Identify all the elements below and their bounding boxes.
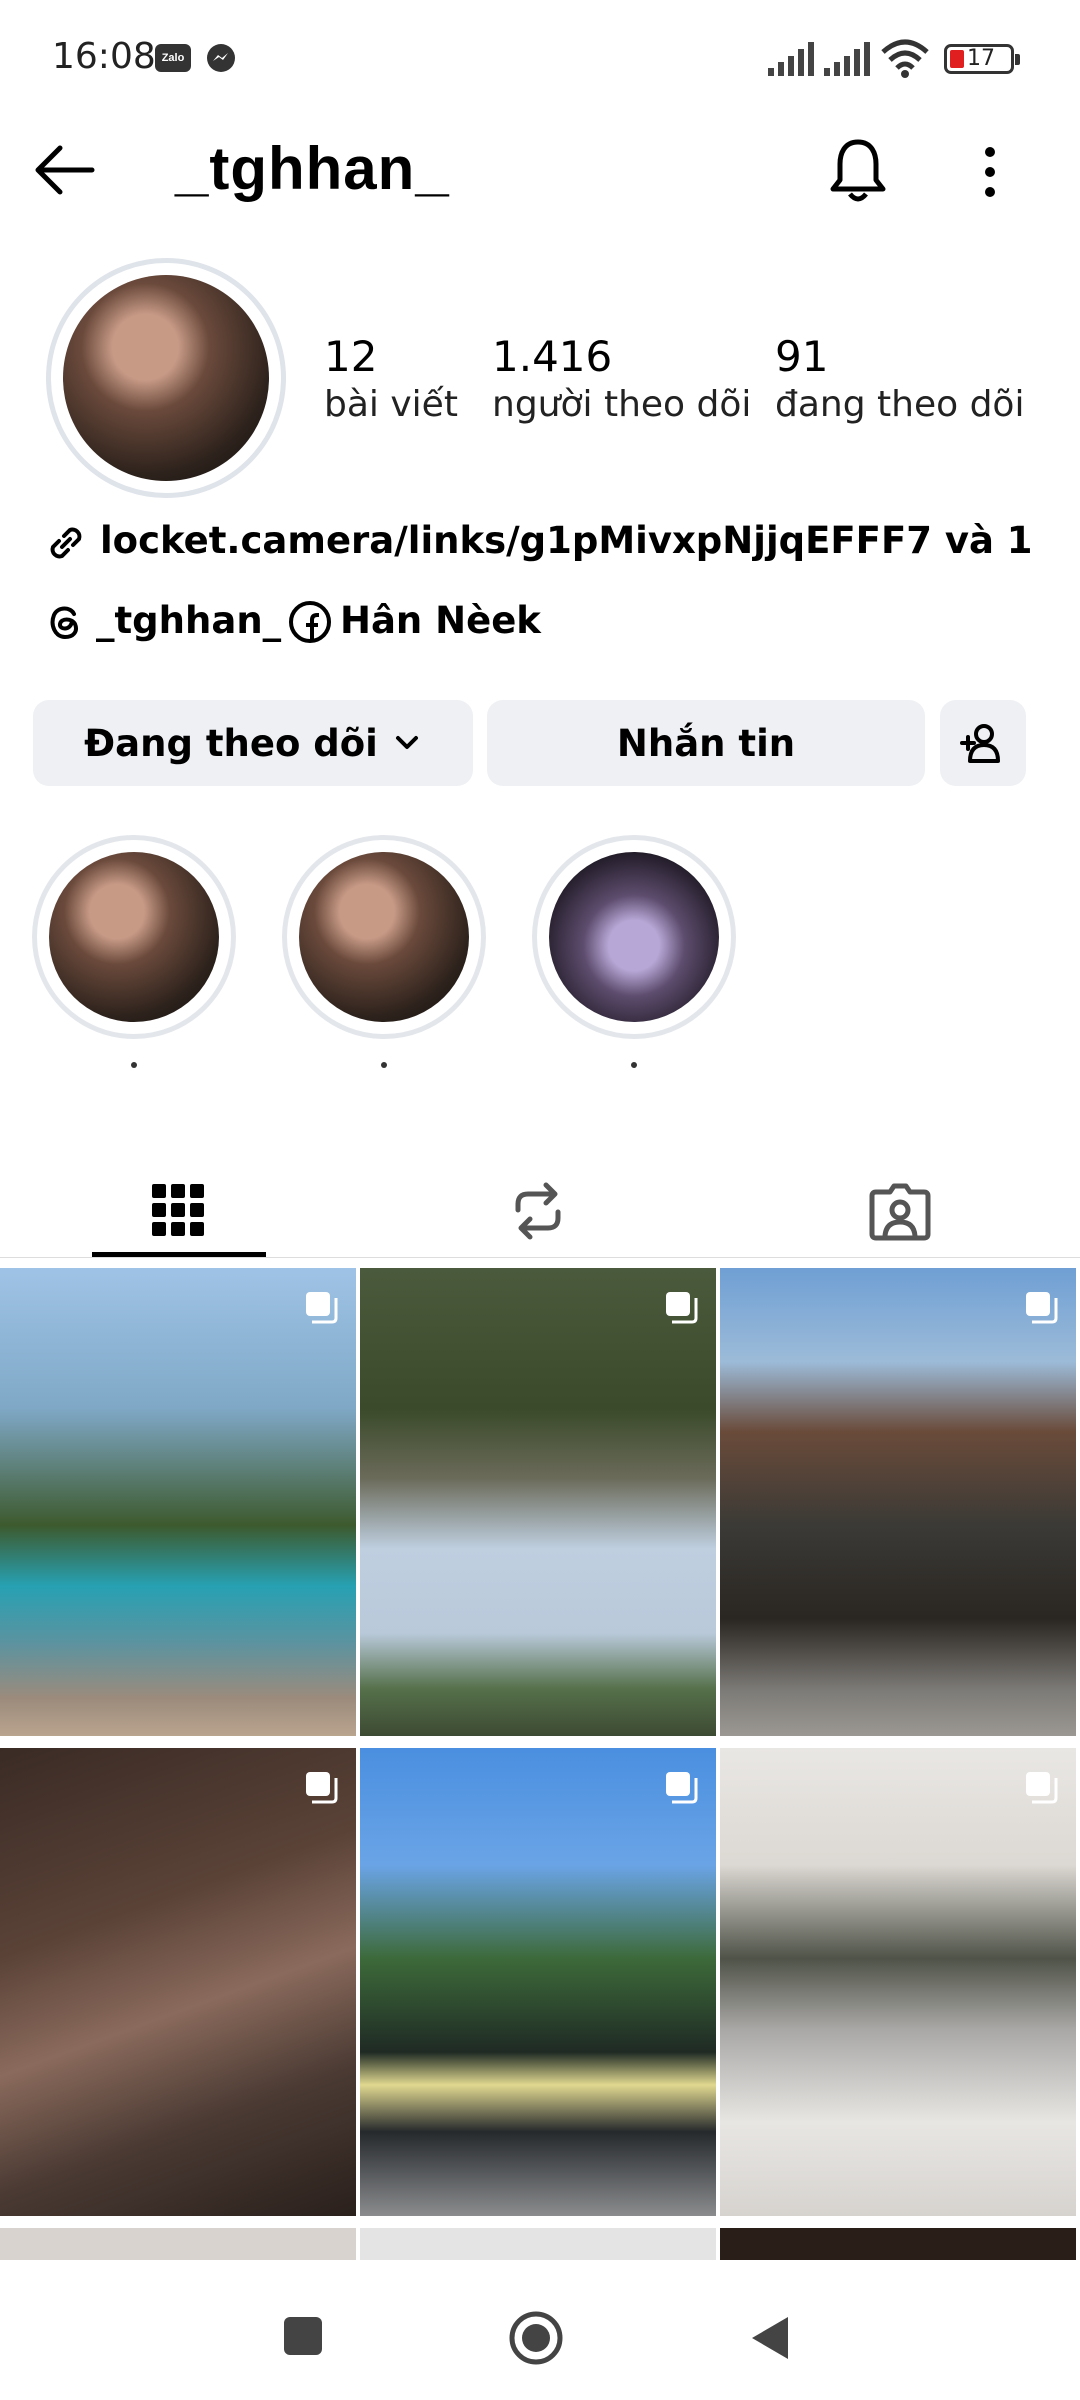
highlight-cover [49,852,219,1022]
reels-icon[interactable] [508,1180,568,1242]
back-arrow-icon[interactable] [30,140,100,200]
multiple-photos-icon [306,1772,338,1804]
stat-followers[interactable]: 1.416 người theo dõi [492,332,751,425]
more-options-icon[interactable] [970,142,1010,202]
post-thumbnail[interactable] [0,1268,356,1736]
status-bar: 16:08 Zalo 17 [0,0,1080,120]
highlight-label [631,1062,637,1068]
avatar-photo [63,275,269,481]
following-button[interactable]: Đang theo dõi [33,700,473,786]
home-icon[interactable] [508,2310,564,2366]
multiple-photos-icon [1026,1772,1058,1804]
threads-link[interactable]: _tghhan_ [44,595,281,649]
threads-handle: _tghhan_ [96,599,282,642]
profile-username: _tghhan_ [175,135,450,202]
post-thumbnail[interactable] [720,1268,1076,1736]
messenger-icon [207,44,235,72]
facebook-name: Hân Nèek [340,599,541,642]
following-count: 91 [775,332,829,381]
followers-label: người theo dõi [492,384,752,425]
post-thumbnail[interactable] [0,1748,356,2216]
tagged-icon[interactable] [868,1180,932,1242]
tab-divider [0,1257,1080,1258]
signal-icon-2 [824,42,870,76]
system-nav-bar [0,2260,1080,2400]
suggest-users-button[interactable] [940,700,1026,786]
highlight-cover [299,852,469,1022]
post-thumbnail[interactable] [720,1748,1076,2216]
stat-following[interactable]: 91 đang theo dõi [775,332,1024,425]
grid-icon[interactable] [150,1182,206,1238]
multiple-photos-icon [1026,1292,1058,1324]
following-button-label: Đang theo dõi [84,721,378,765]
posts-count: 12 [324,332,378,381]
stat-posts[interactable]: 12 bài viết [324,332,458,425]
highlight-cover [549,852,719,1022]
wifi-icon [881,39,929,78]
recent-apps-icon[interactable] [282,2315,324,2357]
message-button[interactable]: Nhắn tin [487,700,925,786]
multiple-photos-icon [306,1292,338,1324]
post-thumbnail[interactable] [360,1268,716,1736]
facebook-icon [289,601,331,643]
notification-bell-icon[interactable] [826,136,890,206]
post-thumbnail[interactable] [360,1748,716,2216]
status-time: 16:08 [52,36,156,77]
profile-header: _tghhan_ [0,120,1080,220]
story-highlight-1[interactable] [32,835,236,1039]
threads-icon [50,606,78,640]
followers-count: 1.416 [492,332,613,381]
bio-link-text: locket.camera/links/g1pMivxpNjjqEFFF7 và… [100,519,1044,562]
posts-label: bài viết [324,384,458,425]
chevron-down-icon [395,736,418,749]
facebook-link[interactable]: Hân Nèek [288,595,548,649]
profile-avatar[interactable] [46,258,286,498]
bio-link[interactable]: locket.camera/links/g1pMivxpNjjqEFFF7 và… [44,515,1044,575]
following-label: đang theo dõi [775,384,1025,425]
story-highlight-3[interactable] [532,835,736,1039]
story-highlight-2[interactable] [282,835,486,1039]
highlight-label [131,1062,137,1068]
profile-tabs [0,1150,1080,1260]
battery-level: 17 [967,46,995,71]
battery-icon: 17 [944,44,1020,74]
signal-icon [768,42,814,76]
multiple-photos-icon [666,1292,698,1324]
back-nav-icon[interactable] [748,2314,792,2362]
multiple-photos-icon [666,1772,698,1804]
message-button-label: Nhắn tin [616,721,796,765]
add-person-icon [960,724,1000,763]
zalo-icon: Zalo [155,44,191,72]
link-icon [50,527,82,559]
highlight-label [381,1062,387,1068]
